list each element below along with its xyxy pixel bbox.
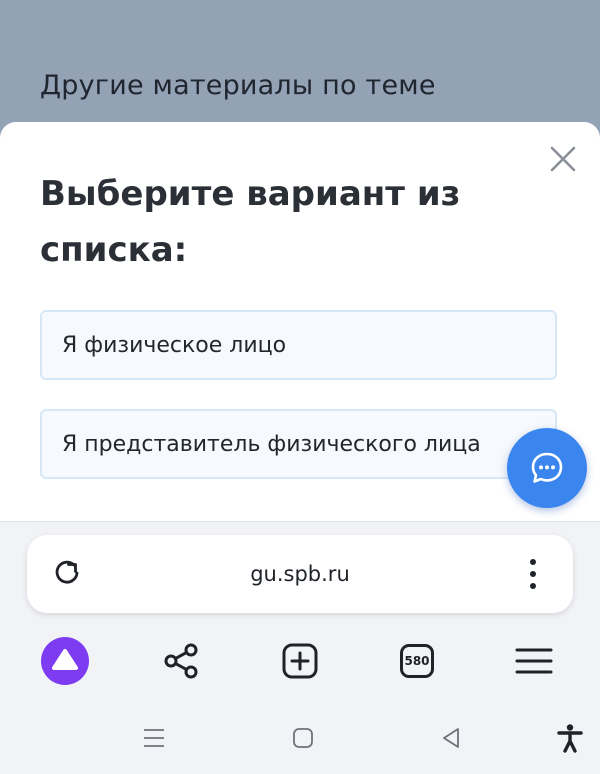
new-tab-button[interactable]: [275, 636, 325, 686]
close-button[interactable]: [544, 140, 582, 178]
new-tab-icon: [282, 643, 318, 679]
recents-icon: [144, 729, 164, 747]
option-representative[interactable]: Я представитель физического лица: [40, 409, 557, 479]
accessibility-icon: [557, 724, 583, 753]
related-materials-heading: Другие материалы по теме: [40, 70, 436, 101]
close-icon: [550, 146, 576, 172]
accessibility-button[interactable]: [550, 720, 590, 756]
recents-button[interactable]: [134, 720, 174, 756]
more-vertical-icon-dot: [530, 571, 536, 577]
home-button[interactable]: [283, 720, 323, 756]
alice-assistant-icon: [41, 637, 89, 685]
alice-assistant-button[interactable]: [40, 636, 90, 686]
more-vertical-icon: [530, 559, 536, 565]
menu-icon: [515, 648, 553, 674]
chat-bubble-icon: [531, 452, 563, 483]
back-button[interactable]: [431, 720, 471, 756]
option-individual[interactable]: Я физическое лицо: [40, 310, 557, 380]
home-icon: [293, 728, 313, 748]
tabs-button[interactable]: 580: [392, 636, 442, 686]
reload-icon: [55, 560, 79, 584]
url-text[interactable]: gu.spb.ru: [150, 556, 450, 592]
share-button[interactable]: [156, 636, 206, 686]
reload-button[interactable]: [50, 556, 84, 590]
menu-button[interactable]: [509, 636, 559, 686]
share-icon: [164, 643, 198, 679]
dialog-title: Выберите вариант из списка:: [40, 174, 461, 270]
chat-button[interactable]: [507, 428, 587, 508]
tabs-counter-icon: 580: [400, 644, 434, 678]
more-vertical-icon-dot: [530, 583, 536, 589]
more-options-button[interactable]: [518, 552, 548, 596]
back-icon: [443, 728, 459, 748]
